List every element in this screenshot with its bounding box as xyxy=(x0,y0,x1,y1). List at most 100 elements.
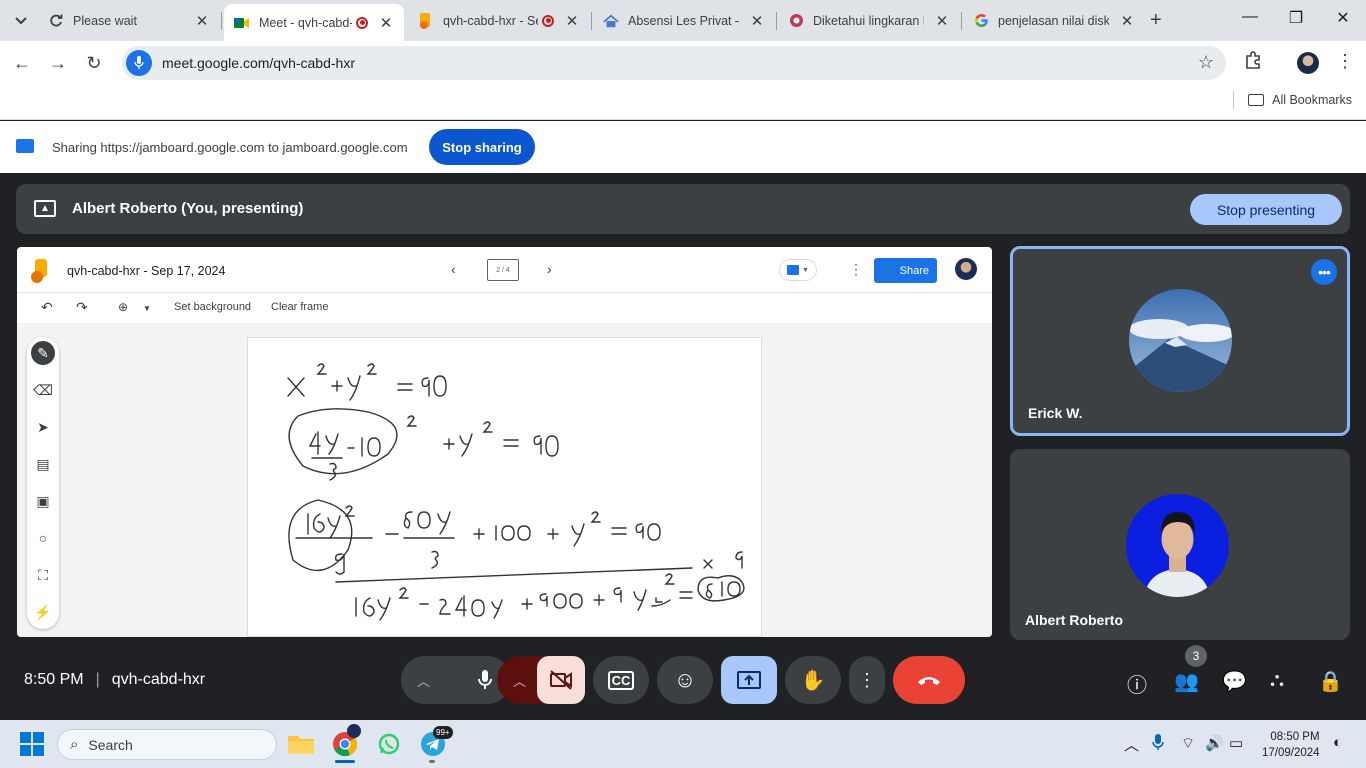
start-button[interactable] xyxy=(20,732,44,756)
forward-button[interactable]: → xyxy=(46,51,70,75)
back-button[interactable]: ← xyxy=(10,51,34,75)
meeting-details-button[interactable]: ⓘ xyxy=(1127,669,1147,698)
tab-strip: Please wait ✕ Meet - qvh-cabd-hxr ✕ qvh-… xyxy=(0,0,1366,41)
mic-in-use-indicator[interactable] xyxy=(1152,734,1164,754)
eraser-icon: ⌫ xyxy=(33,381,53,398)
telegram-app[interactable]: 99+ xyxy=(419,726,453,763)
tab-absensi[interactable]: Absensi Les Privat – S ✕ xyxy=(593,4,775,37)
jamboard-avatar[interactable] xyxy=(955,258,977,280)
next-frame-button[interactable]: › xyxy=(547,261,552,277)
close-tab-icon[interactable]: ✕ xyxy=(749,12,765,30)
image-tool[interactable]: ▣ xyxy=(31,489,55,513)
tab-google-search[interactable]: penjelasan nilai diskri ✕ xyxy=(963,4,1145,37)
captions-button[interactable]: CC xyxy=(593,656,649,704)
participant-count-badge: 3 xyxy=(1185,645,1207,667)
host-controls-button[interactable]: 🔒 xyxy=(1318,669,1343,694)
clear-frame-button[interactable]: Clear frame xyxy=(271,301,328,313)
emoji-icon: ☺ xyxy=(673,667,697,692)
reload-button[interactable]: ↻ xyxy=(82,51,106,75)
meeting-code: qvh-cabd-hxr xyxy=(111,671,206,688)
participant-tile-erick[interactable]: ••• Erick W. xyxy=(1010,246,1350,436)
pen-tool[interactable]: ✎ xyxy=(31,341,55,365)
address-bar[interactable]: meet.google.com/qvh-cabd-hxr ☆ xyxy=(122,46,1226,80)
taskbar-search[interactable]: ⌕ Search xyxy=(57,729,277,760)
reactions-button[interactable]: ☺ xyxy=(657,656,713,704)
profile-avatar[interactable] xyxy=(1297,52,1319,74)
wifi-icon[interactable]: ⌔ xyxy=(1181,734,1195,753)
raise-hand-button[interactable]: ✋ xyxy=(785,656,841,704)
presenting-bar: ▲ Albert Roberto (You, presenting) Stop … xyxy=(16,184,1350,234)
leave-call-button[interactable] xyxy=(893,656,965,704)
close-window-button[interactable]: ✕ xyxy=(1320,8,1366,28)
sticky-note-tool[interactable]: ▤ xyxy=(31,452,55,476)
extensions-button[interactable] xyxy=(1244,51,1262,74)
whiteboard-frame[interactable] xyxy=(247,337,762,637)
new-tab-button[interactable]: + xyxy=(1150,9,1162,32)
chevron-up-icon: ︿ xyxy=(1124,737,1140,754)
laser-icon: ⚡ xyxy=(34,603,52,620)
tab-jamboard[interactable]: qvh-cabd-hxr - Se ✕ xyxy=(408,4,590,37)
present-screen-icon xyxy=(737,671,761,689)
audio-settings-button[interactable]: ︿ xyxy=(417,671,430,690)
shared-jamboard[interactable]: qvh-cabd-hxr - Sep 17, 2024 ‹ 2 / 4 › ▼ … xyxy=(17,247,992,637)
battery-icon[interactable]: ▭ xyxy=(1229,734,1243,752)
all-bookmarks-button[interactable]: All Bookmarks xyxy=(1248,93,1352,107)
whatsapp-app[interactable] xyxy=(375,730,403,758)
stop-sharing-button[interactable]: Stop sharing xyxy=(429,129,535,165)
present-button[interactable] xyxy=(721,656,777,704)
undo-icon[interactable]: ↶ xyxy=(41,299,53,316)
restore-button[interactable]: ❐ xyxy=(1273,8,1319,28)
eraser-tool[interactable]: ⌫ xyxy=(31,378,55,402)
close-tab-icon[interactable]: ✕ xyxy=(378,14,394,32)
cursor-icon: ➤ xyxy=(37,418,49,435)
notifications-icon[interactable]: ◐ xyxy=(1333,734,1342,751)
show-hidden-icons-button[interactable]: ︿ xyxy=(1124,734,1139,755)
tab-please-wait[interactable]: Please wait ✕ xyxy=(38,4,220,37)
set-background-button[interactable]: Set background xyxy=(174,301,251,313)
stop-presenting-button[interactable]: Stop presenting xyxy=(1190,194,1342,225)
recording-icon xyxy=(356,16,368,29)
camera-button[interactable] xyxy=(537,656,585,704)
redo-icon[interactable]: ↷ xyxy=(76,299,88,316)
zoom-dropdown-icon[interactable]: ▼ xyxy=(143,304,151,313)
participant-tile-albert[interactable]: Albert Roberto xyxy=(1010,449,1350,640)
shape-tool[interactable]: ○ xyxy=(31,526,55,550)
frame-indicator-label: 2 / 4 xyxy=(496,266,510,274)
browser-menu-button[interactable]: ⋮ xyxy=(1336,51,1354,72)
chrome-app[interactable] xyxy=(331,724,361,763)
activities-button[interactable]: ⛬ xyxy=(1270,669,1284,692)
shapes-icon: ⛬ xyxy=(1270,669,1284,691)
volume-icon[interactable]: 🔊 xyxy=(1205,734,1224,752)
tab-divider xyxy=(221,12,222,30)
select-tool[interactable]: ➤ xyxy=(31,415,55,439)
zoom-icon[interactable]: ⊕ xyxy=(118,300,128,314)
site-info-button[interactable] xyxy=(126,50,152,76)
erick-avatar xyxy=(1129,289,1232,392)
more-options-button[interactable]: ⋮ xyxy=(849,656,885,704)
text-box-tool[interactable]: ⛶ xyxy=(31,563,55,587)
jamboard-more-button[interactable]: ⋮ xyxy=(849,261,863,278)
taskbar-search-placeholder: Search xyxy=(88,736,133,753)
close-tab-icon[interactable]: ✕ xyxy=(1119,12,1135,30)
chat-button[interactable]: 💬 xyxy=(1222,669,1247,694)
tab-meet[interactable]: Meet - qvh-cabd-hxr ✕ xyxy=(224,4,404,41)
system-clock[interactable]: 08:50 PM 17/09/2024 xyxy=(1262,729,1320,761)
bookmark-star-icon[interactable]: ☆ xyxy=(1198,52,1214,73)
running-app-indicator xyxy=(429,760,435,763)
tab-search-button[interactable] xyxy=(8,8,34,34)
jamboard-share-button[interactable]: 👤 Share xyxy=(874,258,937,283)
cast-button[interactable]: ▼ xyxy=(779,259,817,281)
file-explorer-app[interactable] xyxy=(287,730,315,758)
participant-options-button[interactable]: ••• xyxy=(1311,259,1337,285)
close-tab-icon[interactable]: ✕ xyxy=(194,12,210,30)
video-settings-button[interactable]: ︿ xyxy=(513,671,526,690)
people-button[interactable]: 👥 xyxy=(1174,669,1199,694)
prev-frame-button[interactable]: ‹ xyxy=(451,261,456,277)
tab-brainly[interactable]: Diketahui lingkaran L ✕ xyxy=(778,4,960,37)
minimize-button[interactable]: — xyxy=(1227,8,1273,26)
close-tab-icon[interactable]: ✕ xyxy=(934,12,950,30)
reload-icon xyxy=(48,13,64,29)
close-tab-icon[interactable]: ✕ xyxy=(564,12,580,30)
laser-tool[interactable]: ⚡ xyxy=(31,600,55,624)
frame-indicator[interactable]: 2 / 4 xyxy=(487,259,519,281)
